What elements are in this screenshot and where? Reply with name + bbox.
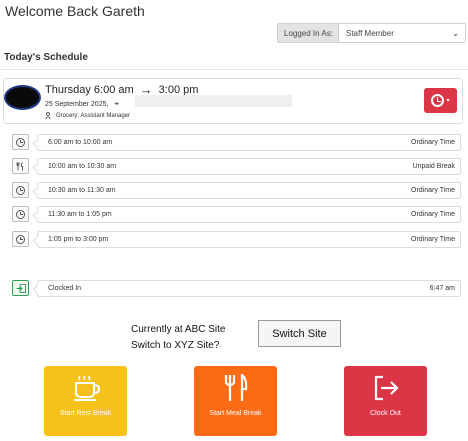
redacted-location xyxy=(135,95,292,107)
role-text: Grocery: Assistant Manager xyxy=(56,112,131,119)
segment-time: 10:00 am to 10:30 am xyxy=(48,163,117,170)
schedule-segment: 10:30 am to 11:30 am Ordinary Time xyxy=(37,182,461,199)
segment-type: Unpaid Break xyxy=(412,163,455,170)
clock-out-button[interactable]: Clock Out xyxy=(344,366,427,436)
logged-in-label: Logged In As: xyxy=(278,24,339,42)
meal-break-label: Start Meal Break xyxy=(209,410,262,417)
segment-type: Ordinary Time xyxy=(411,139,455,146)
shift-date: 25 September 2025, xyxy=(45,100,109,108)
shift-card: Thursday 6:00 am → 3:00 pm 25 September … xyxy=(3,78,463,124)
divider xyxy=(0,69,468,70)
clock-in-icon xyxy=(12,280,29,296)
start-rest-break-button[interactable]: Start Rest Break xyxy=(44,366,127,436)
avatar xyxy=(4,85,41,110)
segment-time: 10:30 am to 11:30 am xyxy=(48,187,116,194)
segment-type: Ordinary Time xyxy=(411,236,455,243)
coffee-cup-icon xyxy=(73,375,100,401)
location-pin-icon: ⌖ xyxy=(114,99,119,108)
clocked-in-status: Clocked In 6:47 am xyxy=(37,280,461,297)
rest-break-label: Start Rest Break xyxy=(59,410,112,417)
clocked-time: 6:47 am xyxy=(429,285,455,292)
person-icon xyxy=(45,112,51,119)
chevron-down-icon: ⌄ xyxy=(452,28,459,38)
role-line: Grocery: Assistant Manager xyxy=(45,112,130,119)
schedule-segment: 1:05 pm to 3:00 pm Ordinary Time xyxy=(37,231,461,248)
current-site: Currently at ABC Site xyxy=(131,324,226,335)
section-title: Today's Schedule xyxy=(4,52,88,63)
schedule-segment: 11:30 am to 1:05 pm Ordinary Time xyxy=(37,206,461,223)
start-meal-break-button[interactable]: Start Meal Break xyxy=(194,366,277,436)
logged-in-selector[interactable]: Logged In As: Staff Member ⌄ xyxy=(277,23,466,43)
switch-prompt: Switch to XYZ Site? xyxy=(131,340,220,351)
caret-down-icon: ▾ xyxy=(446,98,450,104)
clock-icon xyxy=(12,134,29,150)
site-info: Currently at ABC Site Switch to XYZ Site… xyxy=(131,322,225,354)
clock-out-label: Clock Out xyxy=(370,410,401,417)
welcome-heading: Welcome Back Gareth xyxy=(5,3,145,19)
shift-date-line: 25 September 2025, ⌖ xyxy=(45,99,119,109)
shift-start: Thursday 6:00 am xyxy=(45,83,134,96)
segment-type: Ordinary Time xyxy=(411,211,455,218)
segment-time: 6:00 am to 10:00 am xyxy=(48,139,113,146)
sign-out-icon xyxy=(374,375,399,401)
clocked-label: Clocked In xyxy=(48,285,82,292)
fork-knife-icon xyxy=(12,158,29,174)
clock-menu-button[interactable]: ▾ xyxy=(424,88,457,113)
clock-icon xyxy=(12,231,29,247)
role-select[interactable]: Staff Member ⌄ xyxy=(339,24,465,42)
segment-time: 1:05 pm to 3:00 pm xyxy=(48,236,109,243)
shift-end: 3:00 pm xyxy=(158,83,199,96)
schedule-segment: 10:00 am to 10:30 am Unpaid Break xyxy=(37,158,461,175)
fork-knife-icon xyxy=(224,374,247,401)
clock-icon xyxy=(12,206,29,222)
switch-site-button[interactable]: Switch Site xyxy=(258,320,341,347)
schedule-segment: 6:00 am to 10:00 am Ordinary Time xyxy=(37,134,461,151)
segment-time: 11:30 am to 1:05 pm xyxy=(48,211,112,218)
segment-type: Ordinary Time xyxy=(411,187,455,194)
clock-icon xyxy=(431,94,445,107)
clock-icon xyxy=(12,182,29,198)
role-select-value: Staff Member xyxy=(346,28,394,38)
